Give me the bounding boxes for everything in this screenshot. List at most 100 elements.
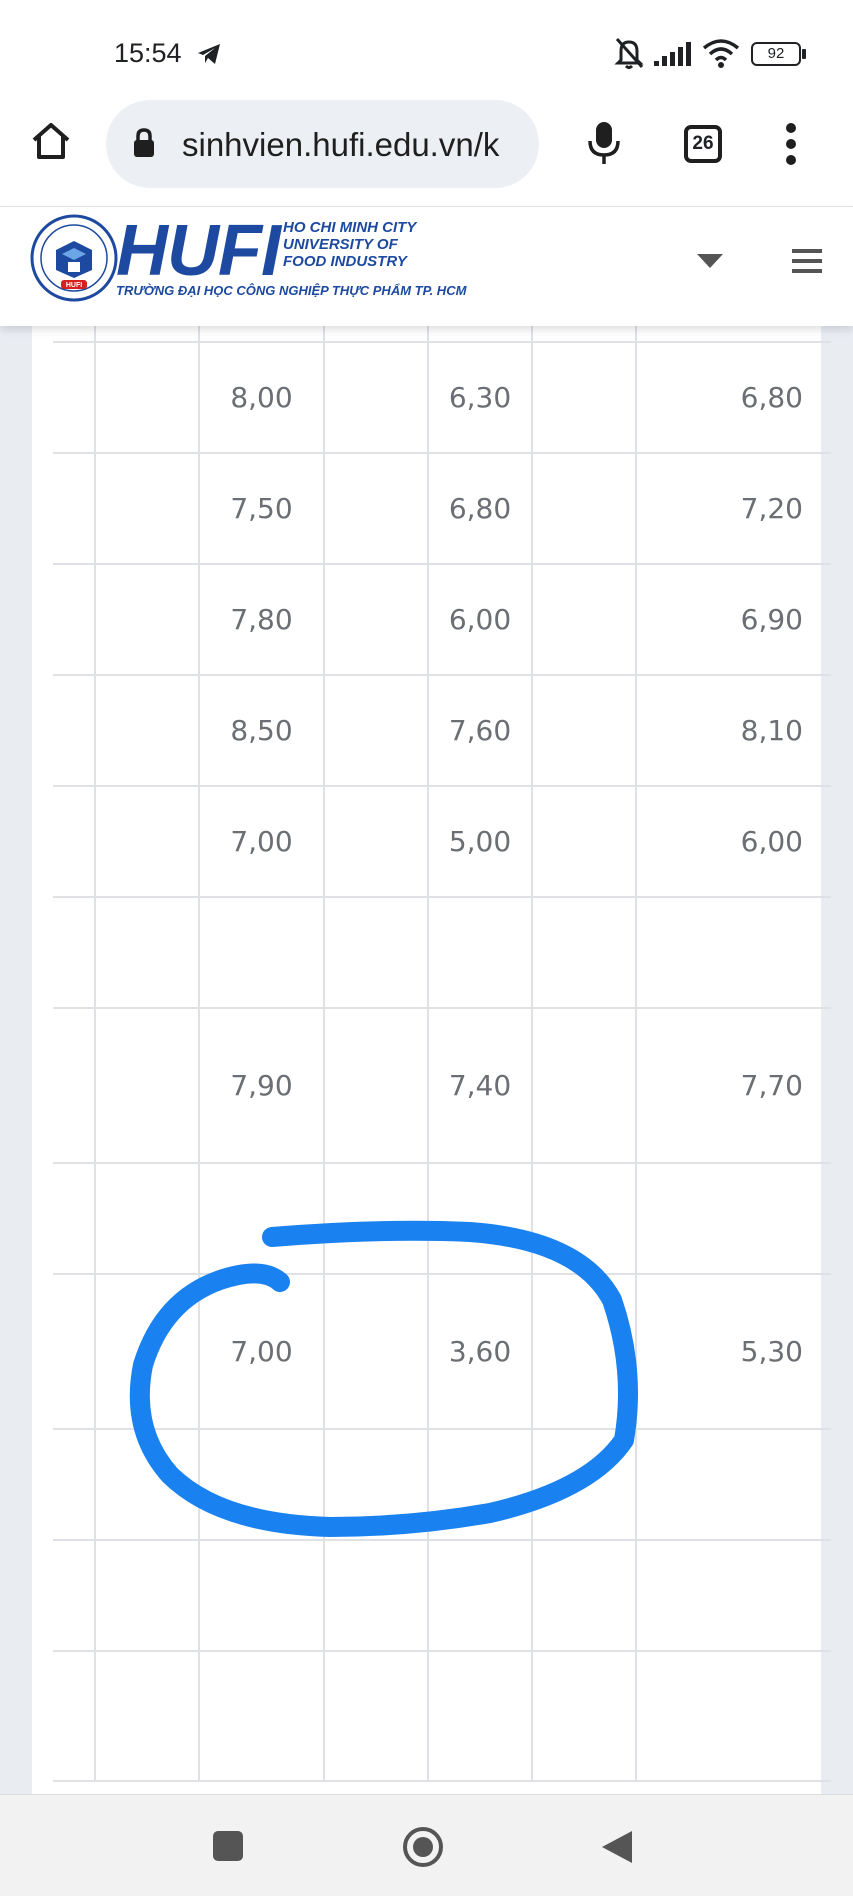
grade-cell: 5,00 [428,786,533,898]
more-icon[interactable] [781,122,801,166]
table-cell [324,564,429,676]
url-text: sinhvien.hufi.edu.vn/k [182,126,500,163]
grade-cell: 7,60 [428,675,533,787]
home-icon[interactable] [30,120,72,162]
telegram-icon [198,44,220,64]
grade-cell [199,1651,325,1782]
table-cell [324,326,429,343]
browser-toolbar: sinhvien.hufi.edu.vn/k 26 [0,100,853,206]
table-row [53,1429,831,1541]
table-cell [53,453,96,565]
logo-english-name: HO CHI MINH CITY UNIVERSITY OF FOOD INDU… [283,219,416,270]
table-cell [324,1274,429,1430]
table-cell [53,675,96,787]
grade-cell [199,1540,325,1652]
table-cell [324,342,429,454]
table-cell [53,1274,96,1430]
grade-cell: 6,30 [428,342,533,454]
grade-cell [636,1651,831,1782]
lock-icon [134,128,154,157]
table-cell [324,1429,429,1541]
battery-tip [802,49,806,59]
table-cell [324,1008,429,1164]
table-cell [95,1651,200,1782]
table-row: 7,90 7,40 7,70 [53,1008,831,1164]
grade-cell: 6,80 [636,342,831,454]
grade-cell [636,326,831,343]
table-cell [324,1163,429,1275]
table-cell [324,786,429,898]
grade-cell [636,1540,831,1652]
content-area[interactable]: 8,00 6,30 6,80 7,50 6,80 7,20 7,80 6,00 6,90 8,50… [0,326,853,1794]
system-navigation-bar [0,1794,853,1896]
table-cell [53,1540,96,1652]
table-cell [532,1651,637,1782]
table-cell [53,342,96,454]
table-cell [53,1163,96,1275]
table-cell [532,675,637,787]
table-cell [95,1008,200,1164]
table-cell [324,1651,429,1782]
grade-cell [428,897,533,1009]
logo-vietnamese-name: TRƯỜNG ĐẠI HỌC CÔNG NGHIỆP THỰC PHẨM TP.… [116,283,467,298]
signal-icon [654,42,691,66]
table-cell [95,1163,200,1275]
home-circle-icon[interactable] [401,1825,445,1869]
grade-cell: 8,10 [636,675,831,787]
grade-cell [199,1429,325,1541]
grade-cell [428,326,533,343]
logo-en-line2: UNIVERSITY OF [283,236,398,253]
grade-cell: 7,50 [199,453,325,565]
grade-cell [199,1163,325,1275]
table-cell [324,675,429,787]
table-cell [95,786,200,898]
table-cell [324,453,429,565]
table-cell [53,897,96,1009]
table-cell [532,326,637,343]
table-row: 7,00 3,60 5,30 [53,1274,831,1430]
grade-cell [428,1540,533,1652]
tabs-icon[interactable]: 26 [684,125,722,163]
table-cell [324,897,429,1009]
table-cell [532,786,637,898]
table-cell [95,453,200,565]
grade-cell [428,1429,533,1541]
grade-cell: 8,50 [199,675,325,787]
grade-cell: 7,40 [428,1008,533,1164]
logo-en-line3: FOOD INDUSTRY [283,253,407,270]
grade-cell: 8,00 [199,342,325,454]
address-bar[interactable]: sinhvien.hufi.edu.vn/k [106,100,539,188]
table-cell [53,786,96,898]
site-header: HUFI HUFI HO CHI MINH CITY UNIVERSITY OF… [0,206,853,326]
recents-icon[interactable] [213,1831,243,1861]
table-cell [532,897,637,1009]
wifi-icon [702,39,740,68]
back-icon[interactable] [600,1829,634,1865]
dropdown-icon[interactable] [696,253,724,269]
table-cell [532,564,637,676]
table-cell [95,326,200,343]
grade-cell [199,897,325,1009]
grade-cell: 3,60 [428,1274,533,1430]
table-cell [53,326,96,343]
table-cell [532,1540,637,1652]
table-cell [532,342,637,454]
grade-cell: 7,00 [199,786,325,898]
university-emblem[interactable]: HUFI [30,214,118,302]
logo-hufi[interactable]: HUFI [116,215,281,287]
table-cell [532,1274,637,1430]
grades-table: 8,00 6,30 6,80 7,50 6,80 7,20 7,80 6,00 6,90 8,50… [53,326,831,1782]
table-row [53,326,831,343]
grade-cell [428,1163,533,1275]
table-cell [95,1429,200,1541]
table-row: 7,80 6,00 6,90 [53,564,831,676]
grade-cell [428,1651,533,1782]
table-cell [53,1008,96,1164]
hamburger-menu-icon[interactable] [792,249,822,273]
table-row [53,1651,831,1782]
mic-icon[interactable] [586,120,622,166]
grade-cell: 6,00 [428,564,533,676]
table-row: 8,00 6,30 6,80 [53,342,831,454]
grade-cell [199,326,325,343]
grade-cell: 7,70 [636,1008,831,1164]
